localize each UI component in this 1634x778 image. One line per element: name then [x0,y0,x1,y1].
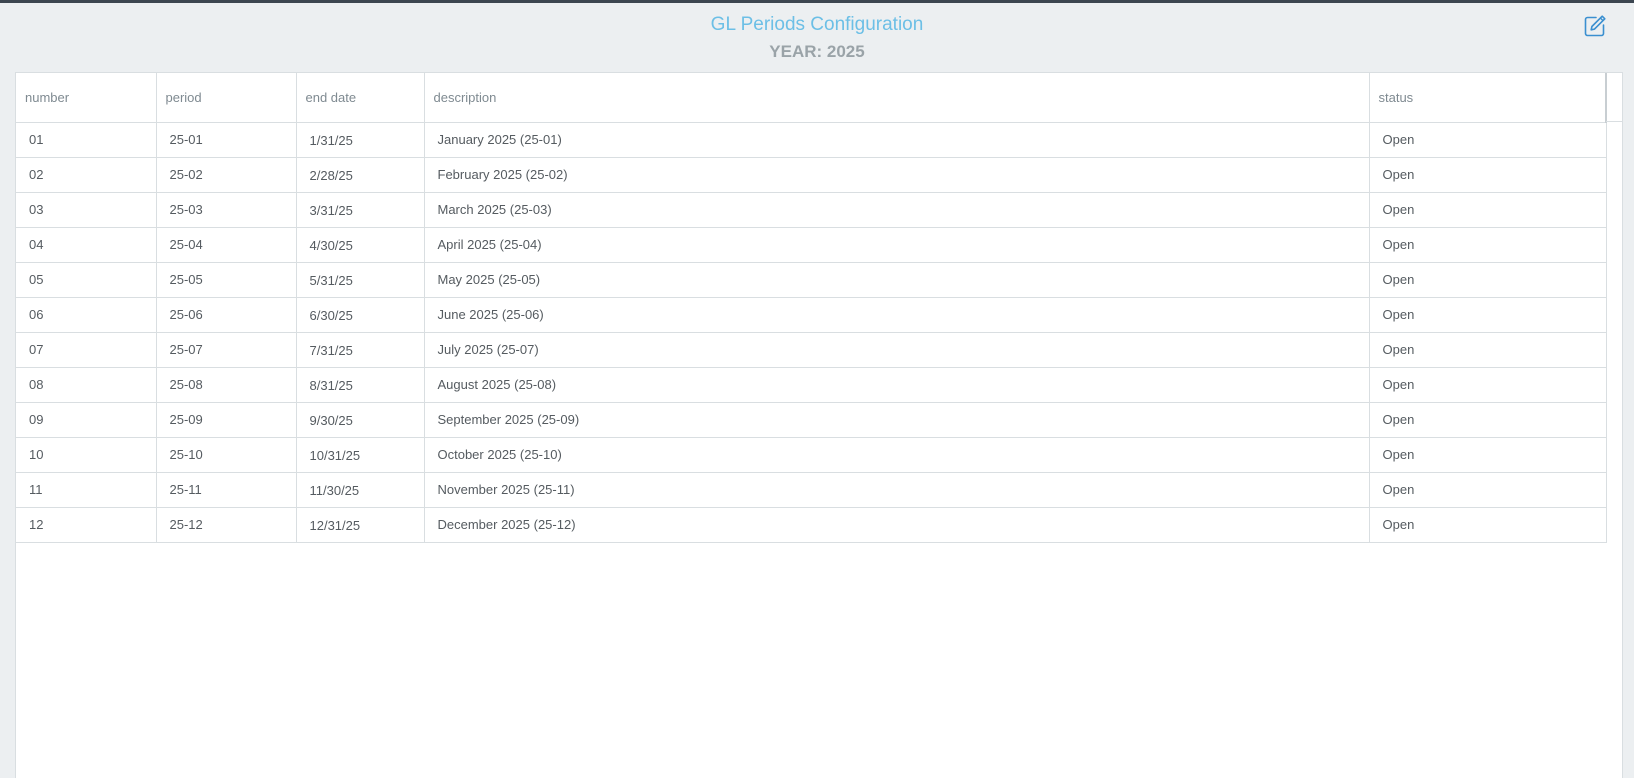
table-row[interactable]: 11 25-11 11/30/25 November 2025 (25-11) Open [16,472,1607,508]
cell-number: 03 [16,192,157,228]
cell-end-date: 4/30/25 [296,227,425,263]
table-row[interactable]: 12 25-12 12/31/25 December 2025 (25-12) Open [16,507,1607,543]
cell-end-date: 7/31/25 [296,332,425,368]
edit-icon [1584,15,1606,37]
cell-end-date: 8/31/25 [296,367,425,403]
top-accent-bar [0,0,1634,3]
cell-period: 25-08 [156,367,297,403]
table-row[interactable]: 03 25-03 3/31/25 March 2025 (25-03) Open [16,192,1607,228]
cell-period: 25-10 [156,437,297,473]
table-row[interactable]: 10 25-10 10/31/25 October 2025 (25-10) Open [16,437,1607,473]
cell-period: 25-02 [156,157,297,193]
cell-status: Open [1369,262,1607,298]
cell-period: 25-07 [156,332,297,368]
cell-status: Open [1369,437,1607,473]
cell-number: 06 [16,297,157,333]
cell-number: 09 [16,402,157,438]
table-row[interactable]: 04 25-04 4/30/25 April 2025 (25-04) Open [16,227,1607,263]
cell-period: 25-01 [156,122,297,158]
column-header-description[interactable]: description [424,73,1370,123]
year-subtitle: YEAR: 2025 [769,42,865,61]
table-row[interactable]: 09 25-09 9/30/25 September 2025 (25-09) Open [16,402,1607,438]
table-row[interactable]: 08 25-08 8/31/25 August 2025 (25-08) Open [16,367,1607,403]
cell-number: 01 [16,122,157,158]
cell-status: Open [1369,472,1607,508]
cell-status: Open [1369,297,1607,333]
cell-end-date: 2/28/25 [296,157,425,193]
cell-period: 25-12 [156,507,297,543]
cell-number: 11 [16,472,157,508]
cell-description: March 2025 (25-03) [424,192,1370,228]
cell-status: Open [1369,332,1607,368]
cell-period: 25-04 [156,227,297,263]
column-header-number[interactable]: number [16,73,157,123]
cell-end-date: 12/31/25 [296,507,425,543]
cell-number: 12 [16,507,157,543]
cell-description: August 2025 (25-08) [424,367,1370,403]
cell-end-date: 1/31/25 [296,122,425,158]
cell-description: November 2025 (25-11) [424,472,1370,508]
cell-end-date: 9/30/25 [296,402,425,438]
table-row[interactable]: 02 25-02 2/28/25 February 2025 (25-02) Open [16,157,1607,193]
cell-description: October 2025 (25-10) [424,437,1370,473]
cell-number: 05 [16,262,157,298]
cell-description: July 2025 (25-07) [424,332,1370,368]
column-header-status[interactable]: status [1369,73,1607,123]
cell-number: 07 [16,332,157,368]
cell-number: 04 [16,227,157,263]
cell-period: 25-06 [156,297,297,333]
cell-end-date: 6/30/25 [296,297,425,333]
table-row[interactable]: 05 25-05 5/31/25 May 2025 (25-05) Open [16,262,1607,298]
cell-description: April 2025 (25-04) [424,227,1370,263]
cell-number: 08 [16,367,157,403]
cell-status: Open [1369,507,1607,543]
cell-description: December 2025 (25-12) [424,507,1370,543]
periods-table-panel: number period end date description statu… [15,72,1623,778]
cell-description: September 2025 (25-09) [424,402,1370,438]
column-header-period[interactable]: period [156,73,297,123]
cell-status: Open [1369,367,1607,403]
cell-end-date: 11/30/25 [296,472,425,508]
cell-description: January 2025 (25-01) [424,122,1370,158]
cell-status: Open [1369,192,1607,228]
table-header-row: number period end date description statu… [16,73,1607,123]
cell-status: Open [1369,402,1607,438]
column-header-end-date[interactable]: end date [296,73,425,123]
periods-table: number period end date description statu… [16,73,1607,543]
cell-period: 25-03 [156,192,297,228]
cell-description: May 2025 (25-05) [424,262,1370,298]
cell-end-date: 3/31/25 [296,192,425,228]
cell-period: 25-09 [156,402,297,438]
cell-status: Open [1369,227,1607,263]
cell-number: 02 [16,157,157,193]
cell-status: Open [1369,122,1607,158]
cell-period: 25-11 [156,472,297,508]
cell-description: June 2025 (25-06) [424,297,1370,333]
cell-end-date: 10/31/25 [296,437,425,473]
cell-description: February 2025 (25-02) [424,157,1370,193]
cell-number: 10 [16,437,157,473]
cell-status: Open [1369,157,1607,193]
table-row[interactable]: 06 25-06 6/30/25 June 2025 (25-06) Open [16,297,1607,333]
cell-period: 25-05 [156,262,297,298]
table-row[interactable]: 01 25-01 1/31/25 January 2025 (25-01) Open [16,122,1607,158]
header-filler [1606,73,1622,122]
edit-button[interactable] [1583,14,1607,38]
page-title: GL Periods Configuration [710,14,924,35]
cell-end-date: 5/31/25 [296,262,425,298]
table-row[interactable]: 07 25-07 7/31/25 July 2025 (25-07) Open [16,332,1607,368]
